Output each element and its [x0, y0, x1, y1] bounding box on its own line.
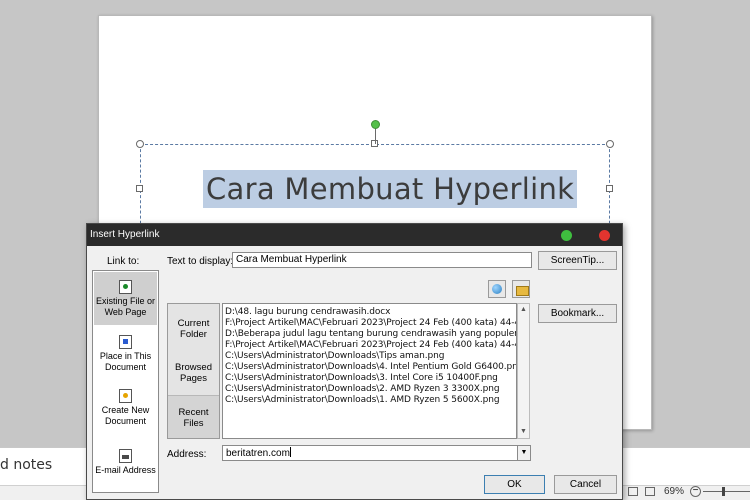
link-to-label: Link to: [107, 256, 140, 267]
address-label: Address: [167, 449, 207, 460]
slide-sorter-icon[interactable] [645, 487, 655, 496]
place-in-document-icon [119, 335, 132, 349]
list-item[interactable]: C:\Users\Administrator\Downloads\2. AMD … [225, 384, 500, 395]
tab-recent-files[interactable]: Recent Files [168, 395, 219, 438]
scroll-up-icon[interactable]: ▲ [518, 304, 529, 316]
list-item[interactable]: D:\48. lagu burung cendrawasih.docx [225, 307, 390, 318]
link-to-email-address[interactable]: E-mail Address [94, 443, 157, 493]
notes-label[interactable]: d notes [0, 457, 52, 473]
scroll-down-icon[interactable]: ▼ [518, 426, 529, 438]
link-to-existing-file[interactable]: Existing File or Web Page [94, 272, 157, 325]
dialog-titlebar[interactable]: Insert Hyperlink [87, 224, 622, 246]
link-to-new-document[interactable]: Create New Document [94, 383, 157, 433]
list-item[interactable]: F:\Project Artikel\MAC\Februari 2023\Pro… [225, 318, 516, 329]
screentip-button[interactable]: ScreenTip... [538, 251, 617, 270]
normal-view-icon[interactable] [628, 487, 638, 496]
existing-file-icon [119, 280, 132, 294]
rotation-handle[interactable] [371, 120, 380, 129]
browse-file-icon[interactable] [512, 280, 530, 298]
chevron-down-icon[interactable]: ▼ [517, 445, 531, 461]
link-to-place-in-document[interactable]: Place in This Document [94, 329, 157, 379]
link-option-label: Existing File or Web Page [95, 296, 156, 317]
new-document-icon [119, 389, 132, 403]
slide-title-text[interactable]: Cara Membuat Hyperlink [203, 170, 578, 208]
help-icon[interactable] [561, 230, 572, 241]
text-to-display-input[interactable]: Cara Membuat Hyperlink [232, 252, 532, 268]
list-item[interactable]: D:\Beberapa judul lagu tentang burung ce… [225, 329, 516, 340]
zoom-slider[interactable] [703, 491, 750, 492]
list-item[interactable]: C:\Users\Administrator\Downloads\1. AMD … [225, 395, 500, 406]
bookmark-button[interactable]: Bookmark... [538, 304, 617, 323]
cancel-button[interactable]: Cancel [554, 475, 617, 494]
list-item[interactable]: F:\Project Artikel\MAC\Februari 2023\Pro… [225, 340, 516, 351]
zoom-level[interactable]: 69% [664, 486, 684, 497]
text-to-display-label: Text to display: [167, 256, 234, 267]
ok-button[interactable]: OK [484, 475, 545, 494]
insert-hyperlink-dialog: Insert Hyperlink Link to: Existing File … [86, 223, 623, 500]
list-item[interactable]: C:\Users\Administrator\Downloads\3. Inte… [225, 373, 498, 384]
address-input[interactable]: beritatren.com [222, 445, 518, 461]
text-caret [289, 447, 291, 457]
list-item[interactable]: C:\Users\Administrator\Downloads\4. Inte… [225, 362, 516, 373]
link-to-panel: Existing File or Web Page Place in This … [92, 270, 159, 493]
recent-files-list[interactable]: D:\48. lagu burung cendrawasih.docx F:\P… [222, 303, 517, 439]
file-list-scrollbar[interactable]: ▲ ▼ [517, 303, 530, 439]
look-in-panel: Current Folder Browsed Pages Recent File… [167, 303, 220, 439]
zoom-out-icon[interactable]: − [690, 486, 701, 497]
rotation-stem [375, 128, 376, 144]
resize-handle-right[interactable] [606, 185, 613, 192]
resize-handle-left[interactable] [136, 185, 143, 192]
browse-web-icon[interactable] [488, 280, 506, 298]
link-option-label: E-mail Address [95, 465, 156, 475]
email-icon [119, 449, 132, 463]
tab-current-folder[interactable]: Current Folder [168, 318, 219, 340]
list-item[interactable]: C:\Users\Administrator\Downloads\Tips am… [225, 351, 444, 362]
close-icon[interactable] [599, 230, 610, 241]
resize-handle-top-right[interactable] [606, 140, 614, 148]
zoom-slider-thumb[interactable] [722, 487, 725, 496]
tab-browsed-pages[interactable]: Browsed Pages [168, 362, 219, 384]
dialog-title: Insert Hyperlink [90, 229, 160, 240]
link-option-label: Create New Document [101, 405, 150, 426]
address-value: beritatren.com [226, 448, 290, 459]
resize-handle-top-left[interactable] [136, 140, 144, 148]
link-option-label: Place in This Document [99, 351, 152, 372]
